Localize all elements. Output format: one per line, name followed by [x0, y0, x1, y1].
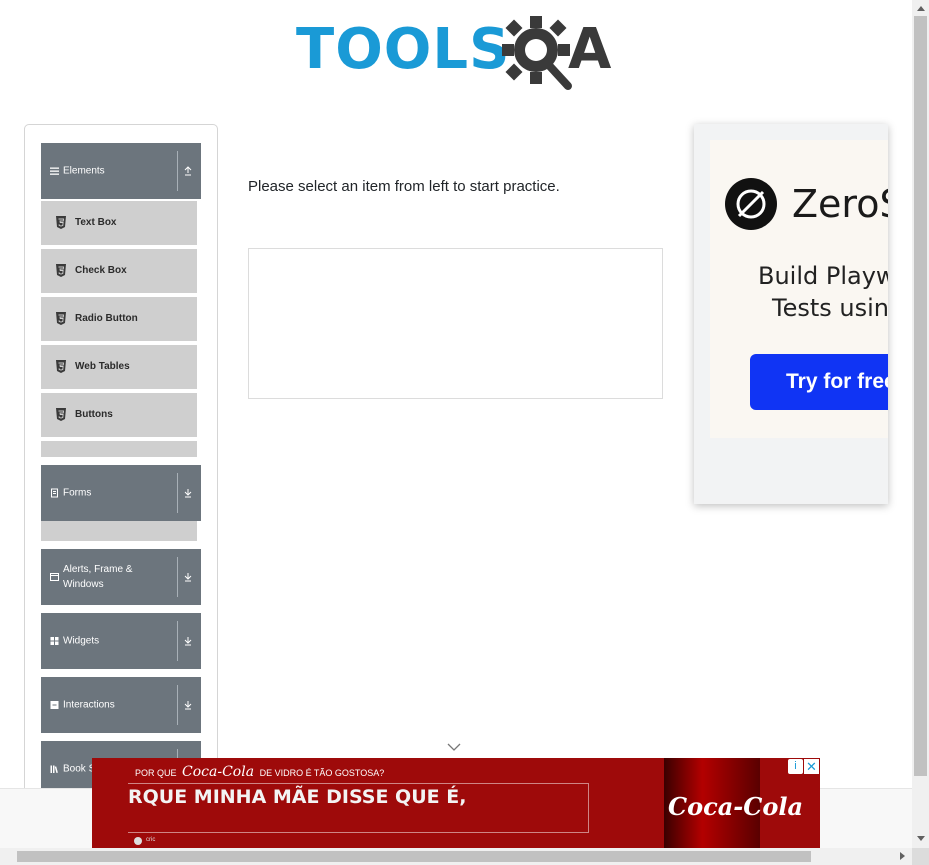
divider	[177, 557, 178, 597]
zerostep-logo-icon	[725, 178, 777, 230]
html5-icon	[56, 216, 66, 229]
divider	[177, 151, 178, 191]
scroll-down-icon[interactable]	[917, 836, 925, 841]
horizontal-scroll-thumb[interactable]	[17, 851, 811, 862]
ad-question-pre: POR QUE	[135, 768, 177, 778]
ad-close-icon[interactable]: ✕	[804, 759, 819, 774]
logo-a: A	[568, 17, 612, 82]
ad-question: POR QUE Coca-Cola DE VIDRO É TÃO GOSTOSA…	[135, 764, 384, 780]
html5-icon	[56, 408, 66, 421]
instruction-text: Please select an item from left to start…	[248, 178, 560, 195]
ad-info-icon[interactable]: i	[788, 759, 803, 774]
menu-item-label: Radio Button	[75, 313, 138, 324]
menu-item-label: Web Tables	[75, 361, 130, 372]
toolsqa-logo[interactable]: TOOLS A	[296, 14, 622, 92]
scrollbar-corner	[912, 848, 929, 865]
group-alerts-frame-windows[interactable]: Alerts, Frame & Windows	[41, 549, 201, 605]
menu-item-text-box[interactable]: Text Box	[41, 201, 197, 247]
ad-brand: ZeroS	[792, 182, 888, 226]
menu-item-partial	[41, 521, 197, 541]
divider	[177, 685, 178, 725]
divider	[177, 473, 178, 513]
ad-banner-right[interactable]: ZeroS Build Playwr Tests using Try for f…	[694, 124, 888, 504]
ad-question-post: DE VIDRO É TÃO GOSTOSA?	[259, 768, 385, 778]
ad-line-2: Tests using	[772, 294, 888, 322]
group-widgets[interactable]: Widgets	[41, 613, 201, 669]
ad-line-1: Build Playwr	[758, 262, 888, 290]
html5-icon	[56, 360, 66, 373]
content-placeholder	[248, 248, 663, 399]
ad-indicator-dot	[134, 837, 142, 845]
try-for-free-button[interactable]: Try for free	[750, 354, 888, 410]
scroll-up-icon[interactable]	[917, 6, 925, 11]
menu-item-partial	[41, 441, 197, 457]
logo-text: TOOLS	[296, 17, 511, 82]
group-label: Widgets	[63, 635, 100, 647]
chevron-down-icon[interactable]	[447, 743, 461, 752]
menu-item-label: Buttons	[75, 409, 113, 420]
menu-item-buttons[interactable]: Buttons	[41, 393, 197, 439]
html5-icon	[56, 264, 66, 277]
gear-magnifier-icon	[502, 16, 572, 90]
menu-item-label: Text Box	[75, 217, 117, 228]
window-icon	[50, 573, 59, 581]
vertical-scroll-thumb[interactable]	[914, 16, 927, 776]
expand-icon[interactable]	[183, 488, 193, 498]
expand-icon[interactable]	[183, 572, 193, 582]
menu-item-check-box[interactable]: Check Box	[41, 249, 197, 295]
group-label: Alerts, Frame & Windows	[63, 564, 133, 590]
hamburger-icon	[50, 167, 59, 175]
vertical-scrollbar[interactable]	[912, 0, 929, 848]
grid-icon	[50, 637, 59, 645]
collapse-icon[interactable]	[183, 166, 193, 176]
group-label: Elements	[63, 165, 105, 177]
scroll-right-icon[interactable]	[900, 852, 905, 860]
book-icon	[50, 765, 58, 774]
ad-headline: RQUE MINHA MÃE DISSE QUE É,	[128, 786, 467, 808]
menu-item-web-tables[interactable]: Web Tables	[41, 345, 197, 391]
menu-item-label: Check Box	[75, 265, 127, 276]
left-panel: Elements Text Box Check Box Radio Button…	[24, 124, 218, 806]
menu-item-radio-button[interactable]: Radio Button	[41, 297, 197, 343]
ad-question-brand: Coca-Cola	[182, 764, 255, 780]
ad-card: ZeroS Build Playwr Tests using Try for f…	[710, 140, 888, 438]
ad-banner-bottom[interactable]: POR QUE Coca-Cola DE VIDRO É TÃO GOSTOSA…	[92, 758, 820, 848]
document-icon	[51, 488, 58, 498]
expand-icon[interactable]	[183, 636, 193, 646]
interactions-icon	[50, 701, 59, 709]
group-label: Interactions	[63, 699, 115, 711]
group-elements[interactable]: Elements	[41, 143, 201, 199]
divider	[177, 621, 178, 661]
expand-icon[interactable]	[183, 700, 193, 710]
coke-bottle-label: Coca-Cola	[668, 792, 804, 821]
group-interactions[interactable]: Interactions	[41, 677, 201, 733]
ad-footer-text: cric	[146, 837, 156, 843]
html5-icon	[56, 312, 66, 325]
group-forms[interactable]: Forms	[41, 465, 201, 521]
horizontal-scrollbar[interactable]	[0, 848, 912, 865]
group-label: Forms	[63, 487, 92, 499]
